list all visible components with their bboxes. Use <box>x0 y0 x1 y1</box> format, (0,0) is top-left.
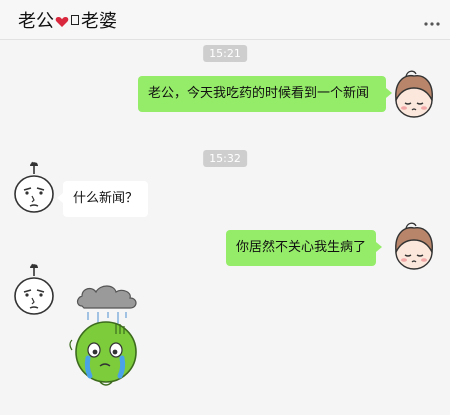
bean-man-avatar[interactable] <box>12 262 56 316</box>
timestamp-label: 15:21 <box>203 45 247 62</box>
chat-header: 老公 老婆 <box>0 0 450 40</box>
chat-title-name-right: 老婆 <box>81 11 117 32</box>
missing-glyph-box <box>71 15 79 25</box>
chat-title-name-left: 老公 <box>18 11 54 32</box>
more-dots-icon[interactable] <box>424 12 440 26</box>
girl-avatar[interactable] <box>392 70 436 124</box>
girl-avatar[interactable] <box>392 222 436 276</box>
crying-frog-sticker[interactable] <box>66 284 150 388</box>
heart-icon <box>55 13 69 27</box>
message-bubble-me[interactable]: 你居然不关心我生病了 <box>226 230 383 266</box>
chat-title: 老公 老婆 <box>18 7 117 33</box>
timestamp-label: 15:32 <box>203 150 247 167</box>
message-bubble-other[interactable]: 什么新闻？ <box>56 181 149 217</box>
message-bubble-me[interactable]: 老公，今天我吃药的时候看到一个新闻 <box>138 76 392 112</box>
bean-man-avatar[interactable] <box>12 160 56 214</box>
